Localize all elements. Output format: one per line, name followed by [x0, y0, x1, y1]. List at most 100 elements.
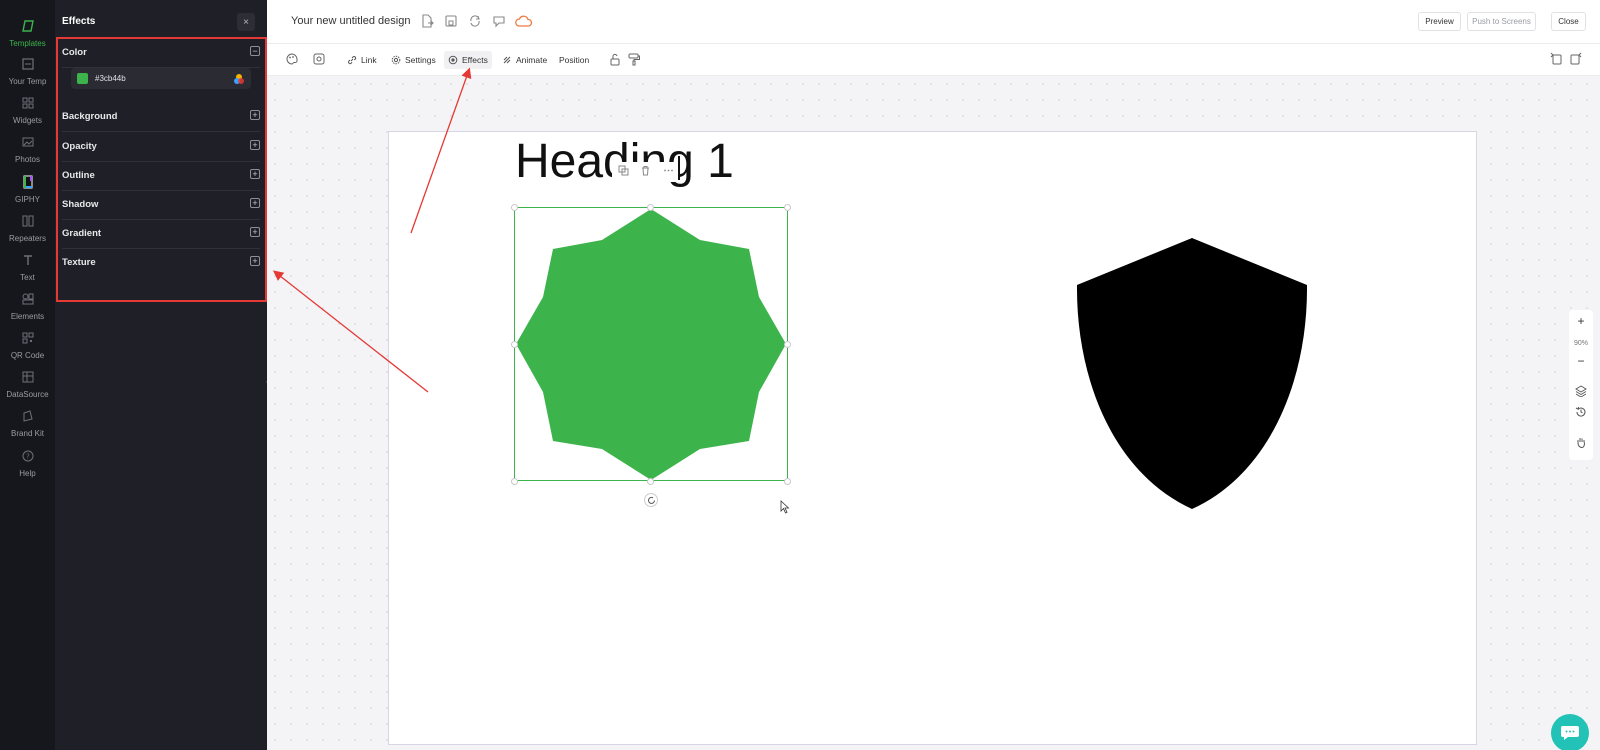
effects-panel: Effects × Color − #3cb44b Background + O…: [55, 0, 267, 750]
resize-handle-left[interactable]: [511, 341, 518, 348]
datasource-icon: [20, 369, 36, 385]
hand-pan-icon[interactable]: [1569, 436, 1593, 451]
resize-handle-top-right[interactable]: [784, 204, 791, 211]
close-button[interactable]: Close: [1551, 12, 1586, 31]
rail-label: Your Temp: [8, 77, 47, 86]
rail-item-qr-code[interactable]: QR Code: [0, 330, 55, 366]
save-icon[interactable]: [443, 13, 459, 29]
preview-button[interactable]: Preview: [1418, 12, 1461, 31]
animate-tool[interactable]: Animate: [502, 51, 547, 69]
brand-kit-icon: [20, 408, 36, 424]
rail-item-repeaters[interactable]: Repeaters: [0, 213, 55, 249]
element-mini-toolbar: [612, 162, 680, 182]
position-label: Position: [559, 55, 590, 65]
rail-label: Text: [20, 273, 35, 282]
effects-label: Effects: [462, 55, 488, 65]
your-templates-icon: [20, 56, 36, 72]
resize-handle-top[interactable]: [647, 204, 654, 211]
rail-item-text[interactable]: Text: [0, 252, 55, 288]
link-label: Link: [361, 55, 377, 65]
elements-icon: [20, 291, 36, 307]
rail-item-elements[interactable]: Elements: [0, 291, 55, 327]
rail-label: Repeaters: [9, 234, 46, 243]
resize-handle-top-left[interactable]: [511, 204, 518, 211]
mouse-cursor-icon: [780, 500, 790, 514]
widgets-icon: [20, 95, 36, 111]
undo-icon[interactable]: [1549, 52, 1565, 68]
rail-item-help[interactable]: ? Help: [0, 448, 55, 484]
rotate-icon: [647, 496, 655, 504]
photos-icon: [20, 134, 36, 150]
paint-roller-icon[interactable]: [627, 52, 643, 68]
chat-support-button[interactable]: [1551, 714, 1589, 750]
resize-handle-bottom[interactable]: [647, 478, 654, 485]
selection-box: [514, 207, 788, 481]
zoom-controls: + 90% −: [1569, 310, 1593, 460]
design-title[interactable]: Your new untitled design: [291, 15, 410, 27]
panel-title: Effects: [62, 16, 96, 27]
replace-image-icon[interactable]: [312, 52, 328, 68]
rail-label: Templates: [9, 39, 46, 48]
duplicate-icon[interactable]: [618, 163, 629, 181]
link-tool[interactable]: Link: [347, 51, 377, 69]
help-icon: ?: [20, 448, 36, 464]
sync-icon[interactable]: [467, 13, 483, 29]
rail-item-templates[interactable]: Templates: [0, 18, 55, 54]
svg-text:?: ?: [26, 453, 30, 461]
text-icon: [20, 252, 36, 268]
export-file-icon[interactable]: [419, 13, 435, 29]
palette-icon[interactable]: [285, 52, 301, 68]
settings-label: Settings: [405, 55, 436, 65]
annotation-highlight-box: [56, 37, 267, 302]
top-bar: Your new untitled design Preview Push to…: [267, 0, 1600, 44]
rail-label: Help: [19, 469, 36, 478]
position-tool[interactable]: Position: [559, 51, 589, 69]
element-toolbar: Link Settings Effects Animate Position: [267, 44, 1600, 76]
rail-item-your-templates[interactable]: Your Temp: [0, 56, 55, 92]
resize-handle-right[interactable]: [784, 341, 791, 348]
rail-item-photos[interactable]: Photos: [0, 134, 55, 170]
animate-label: Animate: [516, 55, 548, 65]
rail-label: Elements: [10, 312, 45, 321]
effects-tool[interactable]: Effects: [444, 51, 492, 69]
panel-close-button[interactable]: ×: [237, 13, 255, 31]
zoom-level: 90%: [1573, 340, 1588, 347]
settings-tool[interactable]: Settings: [391, 51, 436, 69]
animate-icon: [503, 56, 511, 64]
rail-item-datasource[interactable]: DataSource: [0, 369, 55, 405]
shield-shape[interactable]: [1076, 238, 1308, 510]
rail-label: Widgets: [13, 116, 42, 125]
rail-label: Photos: [15, 155, 40, 164]
rail-label: DataSource: [6, 390, 49, 399]
layers-icon[interactable]: [1569, 385, 1593, 400]
giphy-icon: [20, 174, 36, 190]
rail-item-brand-kit[interactable]: Brand Kit: [0, 408, 55, 444]
rail-item-giphy[interactable]: GIPHY: [0, 174, 55, 210]
zoom-in-button[interactable]: +: [1569, 314, 1593, 328]
rail-item-widgets[interactable]: Widgets: [0, 95, 55, 131]
redo-icon[interactable]: [1569, 52, 1585, 68]
zoom-out-button[interactable]: −: [1569, 354, 1593, 368]
more-options-icon[interactable]: [663, 163, 674, 181]
repeaters-icon: [20, 213, 36, 229]
qr-code-icon: [20, 330, 36, 346]
cloud-warning-icon[interactable]: [515, 13, 533, 29]
resize-handle-bottom-left[interactable]: [511, 478, 518, 485]
rail-label: QR Code: [10, 351, 45, 360]
rail-label: GIPHY: [15, 195, 40, 204]
push-to-screens-button[interactable]: Push to Screens: [1467, 12, 1536, 31]
unlock-icon[interactable]: [608, 52, 624, 68]
history-icon[interactable]: [1569, 406, 1593, 421]
rail-label: Brand Kit: [11, 429, 44, 438]
trash-icon[interactable]: [640, 163, 651, 181]
text-cursor: [678, 156, 680, 180]
chat-bubble-icon: [1561, 726, 1579, 740]
resize-handle-bottom-right[interactable]: [784, 478, 791, 485]
gear-icon: [391, 55, 401, 65]
link-icon: [348, 56, 357, 65]
effects-icon: [448, 55, 458, 65]
comment-icon[interactable]: [491, 13, 507, 29]
templates-icon: [20, 18, 36, 34]
left-icon-rail: Templates Your Temp Widgets Photos GIPHY…: [0, 0, 55, 750]
rotate-handle[interactable]: [644, 493, 658, 507]
